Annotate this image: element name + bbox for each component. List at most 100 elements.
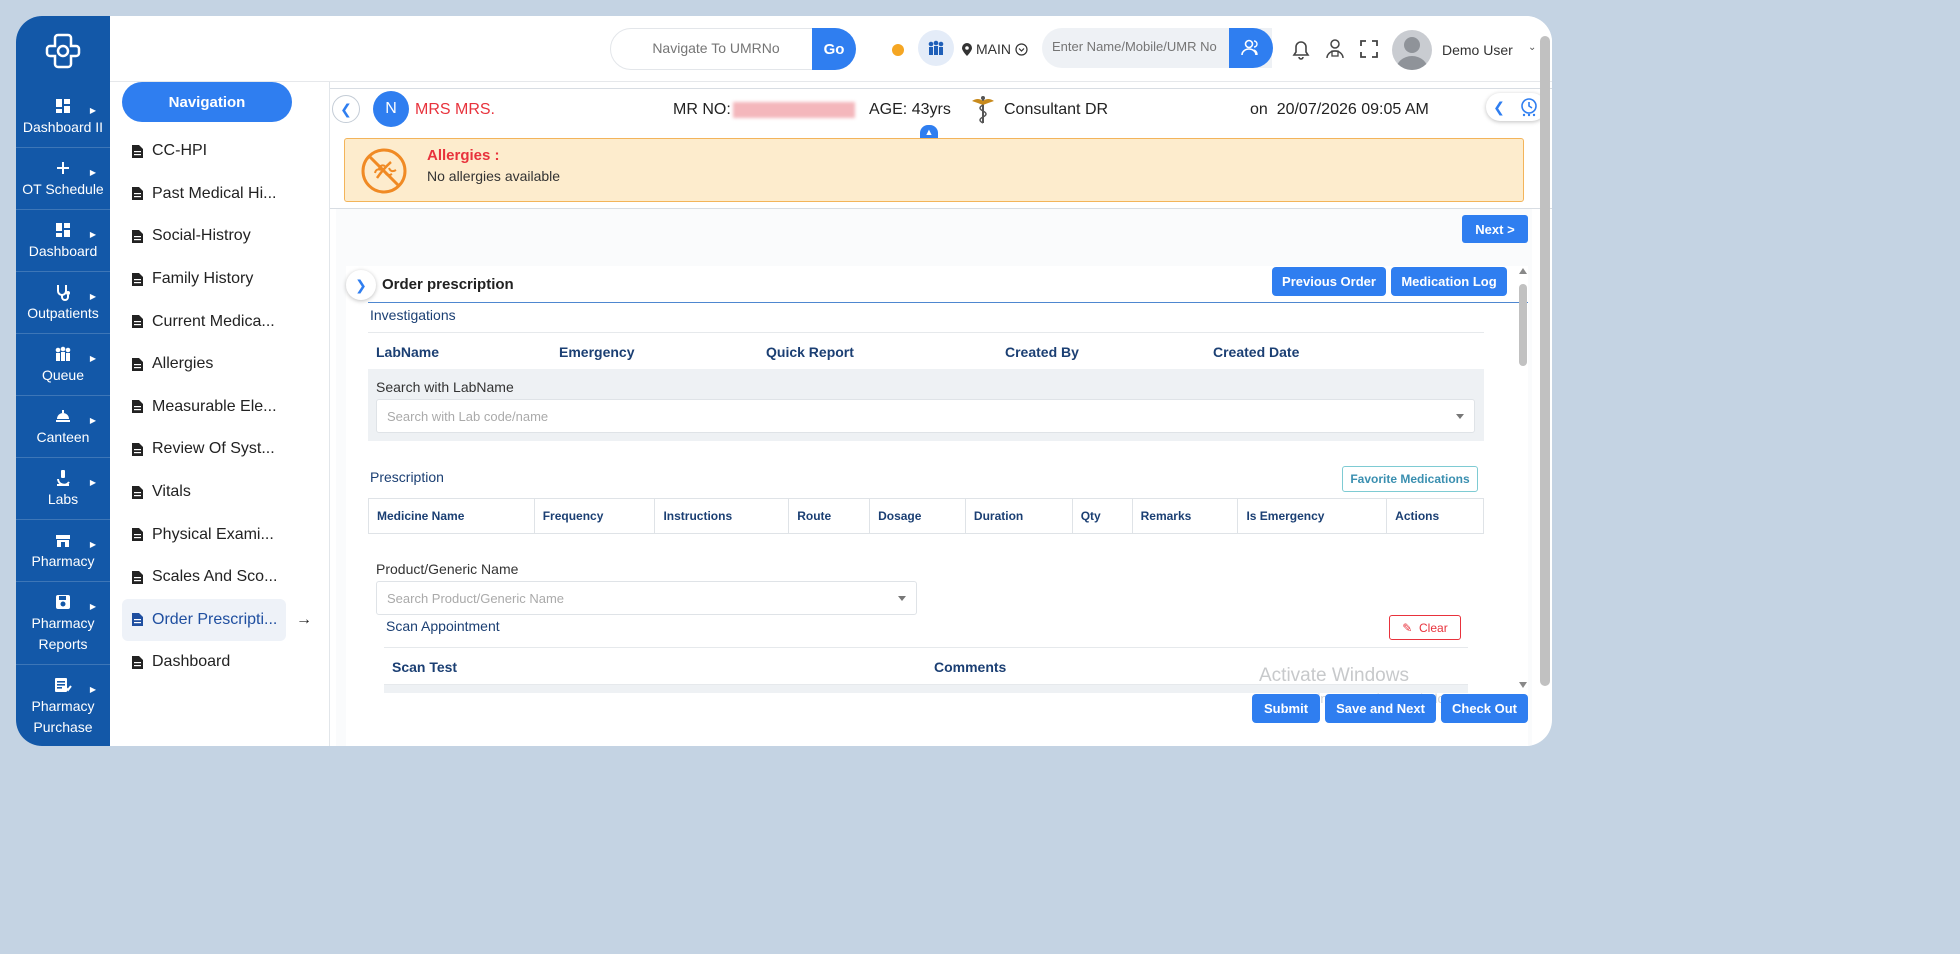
- save-and-next-button[interactable]: Save and Next: [1325, 694, 1436, 723]
- scroll-up-icon[interactable]: [1519, 268, 1527, 274]
- rail-item-pharmacy[interactable]: ▶ Pharmacy: [16, 520, 110, 582]
- column-header: Actions: [1395, 509, 1440, 523]
- stethoscope-icon: [54, 281, 72, 303]
- rail-label: OT Schedule: [22, 181, 104, 197]
- scroll-down-icon[interactable]: [1519, 682, 1527, 688]
- chevron-left-icon: ❮: [340, 100, 352, 117]
- page-scrollbar[interactable]: [1540, 36, 1550, 686]
- nav-item-vitals[interactable]: Vitals: [122, 471, 327, 514]
- dashboard-icon: [55, 219, 71, 241]
- patient-avatar: N: [373, 91, 409, 127]
- chevron-right-icon: ▶: [89, 416, 96, 425]
- lab-search-placeholder: Search with Lab code/name: [387, 409, 549, 424]
- divider: [368, 302, 1528, 303]
- patient-search-input[interactable]: [1052, 39, 1222, 54]
- next-button[interactable]: Next >: [1462, 215, 1528, 243]
- rail-item-canteen[interactable]: ▶ Canteen: [16, 396, 110, 458]
- document-icon: [132, 528, 143, 542]
- allergy-text: No allergies available: [427, 168, 561, 184]
- rail-item-pharmacy-purchase[interactable]: ▶ Pharmacy Purchase: [16, 665, 110, 746]
- nav-item-current-medications[interactable]: Current Medica...: [122, 300, 327, 343]
- rail-label: Dashboard: [28, 243, 98, 259]
- mr-number: MR NO:: [673, 101, 855, 119]
- users-icon: [1241, 39, 1258, 56]
- nav-item-allergies[interactable]: Allergies: [122, 343, 327, 386]
- sidebar-rail: ▶ Dashboard II ▶ OT Schedule ▶ Dashboard…: [16, 16, 110, 746]
- nav-item-review-of-systems[interactable]: Review Of Syst...: [122, 428, 327, 471]
- umr-input[interactable]: [631, 40, 801, 56]
- product-placeholder: Search Product/Generic Name: [387, 591, 565, 606]
- rail-item-ot-schedule[interactable]: ▶ OT Schedule: [16, 148, 110, 210]
- scroll-thumb[interactable]: [1519, 284, 1527, 366]
- location-selector[interactable]: MAIN: [962, 41, 1028, 57]
- column-header: Created Date: [1213, 344, 1300, 360]
- rail-item-outpatients[interactable]: ▶ Outpatients: [16, 272, 110, 334]
- history-icon: [1521, 98, 1537, 117]
- age-value: 43yrs: [911, 101, 951, 118]
- navigation-button[interactable]: Navigation: [122, 82, 292, 122]
- favorite-medications-button[interactable]: Favorite Medications: [1342, 466, 1478, 492]
- content-scrollbar[interactable]: [1518, 268, 1528, 690]
- nav-item-dashboard[interactable]: Dashboard: [122, 641, 327, 684]
- prescription-table-header: Medicine Name Frequency Instructions Rou…: [368, 498, 1484, 534]
- nav-label: Scales And Sco...: [152, 568, 278, 586]
- rail-item-pharmacy-reports[interactable]: ▶ Pharmacy Reports: [16, 582, 110, 665]
- doctor-group-icon[interactable]: [1324, 38, 1346, 65]
- bell-icon[interactable]: [1292, 40, 1310, 65]
- save-icon: [55, 591, 71, 613]
- previous-order-button[interactable]: Previous Order: [1272, 267, 1386, 296]
- queue-button[interactable]: [918, 30, 954, 66]
- top-bar: Go MAIN Demo User ⌄: [110, 16, 1552, 82]
- no-allergy-icon: [359, 146, 409, 201]
- medication-log-button[interactable]: Medication Log: [1391, 267, 1507, 296]
- history-toggle-button[interactable]: ❮: [1486, 93, 1546, 121]
- chevron-right-icon: ▶: [89, 478, 96, 487]
- nav-label: CC-HPI: [152, 142, 208, 160]
- chevron-right-icon: ❯: [355, 276, 367, 293]
- avatar[interactable]: [1392, 30, 1432, 70]
- lab-search-select[interactable]: Search with Lab code/name: [376, 399, 1475, 433]
- allergy-title: Allergies :: [427, 147, 500, 164]
- fullscreen-icon[interactable]: [1360, 40, 1378, 63]
- collapse-nav-button[interactable]: ❮: [332, 95, 360, 123]
- chevron-up-icon[interactable]: ▲: [920, 125, 938, 139]
- check-out-button[interactable]: Check Out: [1441, 694, 1528, 723]
- nav-label: Dashboard: [152, 653, 231, 671]
- app-logo[interactable]: [16, 16, 110, 86]
- chevron-right-icon: ▶: [89, 354, 96, 363]
- chevron-right-icon: ▶: [89, 106, 96, 115]
- column-header: Quick Report: [766, 344, 854, 360]
- product-search-select[interactable]: Search Product/Generic Name: [376, 581, 917, 615]
- document-icon: [132, 613, 143, 627]
- rail-item-dashboard[interactable]: ▶ Dashboard: [16, 210, 110, 272]
- rail-item-labs[interactable]: ▶ Labs: [16, 458, 110, 520]
- pharmacy-icon: [54, 529, 72, 551]
- nav-item-scales-and-scores[interactable]: Scales And Sco...: [122, 556, 327, 599]
- column-header: Route: [789, 499, 871, 533]
- submit-button[interactable]: Submit: [1252, 694, 1320, 723]
- nav-item-cc-hpi[interactable]: CC-HPI: [122, 130, 327, 173]
- column-header: LabName: [376, 344, 440, 360]
- go-button[interactable]: Go: [812, 28, 856, 70]
- nav-item-social-history[interactable]: Social-Histroy: [122, 215, 327, 258]
- nav-label: Review Of Syst...: [152, 440, 275, 458]
- nav-item-past-medical-history[interactable]: Past Medical Hi...: [122, 173, 327, 216]
- nav-item-order-prescription[interactable]: Order Prescripti... →: [122, 598, 312, 642]
- clear-button[interactable]: ✎ Clear: [1389, 615, 1461, 640]
- nav-item-family-history[interactable]: Family History: [122, 258, 327, 301]
- on-label: on: [1250, 101, 1268, 118]
- patient-search-button[interactable]: [1229, 28, 1273, 68]
- expand-section-button[interactable]: ❯: [346, 270, 376, 300]
- prescription-title: Prescription: [370, 469, 444, 485]
- logo-icon: [45, 33, 81, 69]
- rail-item-queue[interactable]: ▶ Queue: [16, 334, 110, 396]
- column-header: Comments: [934, 659, 1007, 675]
- purchase-icon: [54, 674, 72, 696]
- rail-item-dashboard-ii[interactable]: ▶ Dashboard II: [16, 86, 110, 148]
- column-header: Created By: [1005, 344, 1079, 360]
- user-name[interactable]: Demo User: [1442, 42, 1513, 58]
- nav-item-physical-examination[interactable]: Physical Exami...: [122, 513, 327, 556]
- nav-item-measurable-elements[interactable]: Measurable Ele...: [122, 386, 327, 429]
- chevron-down-icon[interactable]: ⌄: [1528, 42, 1536, 53]
- document-icon: [132, 442, 143, 456]
